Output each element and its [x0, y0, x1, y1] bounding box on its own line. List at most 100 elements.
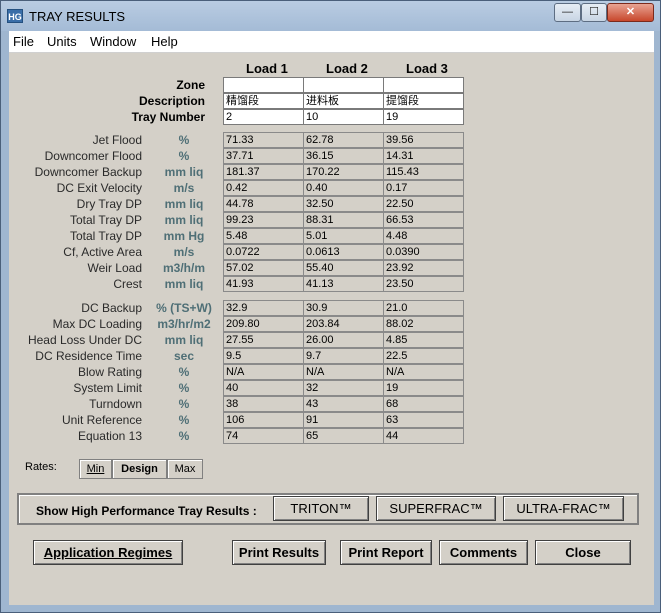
result-row-label: Downcomer Flood — [44, 149, 142, 163]
result-row-label: Total Tray DP — [69, 213, 142, 227]
result-row-label: DC Exit Velocity — [56, 181, 142, 195]
result-cell-load-3: 66.53 — [383, 212, 464, 228]
result-row-label: System Limit — [73, 381, 142, 395]
result-cell-load-2: 43 — [303, 396, 384, 412]
result-cell-load-1: N/A — [223, 364, 304, 380]
result-cell-load-2: 30.9 — [303, 300, 384, 316]
result-row-unit: mm Hg — [163, 229, 205, 243]
maximize-button[interactable]: ☐ — [581, 3, 607, 22]
menu-bar: File Units Window Help — [9, 31, 654, 53]
tray-number-load-3-field[interactable]: 19 — [383, 109, 464, 125]
result-row-unit: mm liq — [164, 165, 204, 179]
load-3-header: Load 3 — [406, 61, 448, 76]
result-row-label: Dry Tray DP — [76, 197, 142, 211]
result-row-label: Blow Rating — [77, 365, 142, 379]
result-cell-load-3: 0.17 — [383, 180, 464, 196]
result-cell-load-3: 39.56 — [383, 132, 464, 148]
result-row-label: Head Loss Under DC — [27, 333, 142, 347]
result-row-label: Turndown — [89, 397, 142, 411]
result-cell-load-1: 9.5 — [223, 348, 304, 364]
minimize-button[interactable]: — — [554, 3, 581, 22]
description-load-3-field[interactable]: 提馏段 — [383, 93, 464, 109]
result-cell-load-1: 38 — [223, 396, 304, 412]
result-cell-load-2: 41.13 — [303, 276, 384, 292]
result-row-unit: % — [178, 365, 190, 379]
result-cell-load-2: 0.40 — [303, 180, 384, 196]
result-cell-load-2: 55.40 — [303, 260, 384, 276]
result-cell-load-3: 88.02 — [383, 316, 464, 332]
result-cell-load-3: 14.31 — [383, 148, 464, 164]
title-bar[interactable]: HG TRAY RESULTS — ☐ ✕ — [1, 1, 660, 31]
rate-min-button[interactable]: Min — [79, 459, 112, 479]
close-window-button[interactable]: ✕ — [607, 3, 654, 22]
result-row-label: DC Backup — [81, 301, 142, 315]
result-cell-load-1: 37.71 — [223, 148, 304, 164]
menu-file[interactable]: File — [13, 34, 34, 49]
result-cell-load-3: 44 — [383, 428, 464, 444]
high-performance-label: Show High Performance Tray Results : — [36, 504, 257, 518]
result-cell-load-1: 44.78 — [223, 196, 304, 212]
comments-label: Comments — [449, 545, 518, 560]
result-row-unit: % (TS+W) — [156, 301, 212, 315]
menu-window[interactable]: Window — [90, 34, 136, 49]
application-regimes-label: Application Regimes — [43, 545, 173, 560]
result-cell-load-1: 27.55 — [223, 332, 304, 348]
window-title: TRAY RESULTS — [29, 9, 126, 24]
result-row-label: Jet Flood — [92, 133, 142, 147]
load-1-header: Load 1 — [246, 61, 288, 76]
result-cell-load-2: 88.31 — [303, 212, 384, 228]
zone-label: Zone — [176, 78, 205, 92]
triton-button[interactable]: TRITON™ — [273, 496, 369, 521]
rate-max-label: Max — [174, 463, 196, 475]
load-2-header: Load 2 — [326, 61, 368, 76]
result-cell-load-1: 0.42 — [223, 180, 304, 196]
tray-number-load-1-field[interactable]: 2 — [223, 109, 304, 125]
description-load-1-field[interactable]: 精馏段 — [223, 93, 304, 109]
result-row-unit: % — [178, 397, 190, 411]
rate-max-button[interactable]: Max — [167, 459, 203, 479]
result-row-unit: mm liq — [164, 333, 204, 347]
result-row-label: Unit Reference — [61, 413, 142, 427]
description-label: Description — [138, 94, 205, 108]
result-cell-load-3: 22.50 — [383, 196, 464, 212]
result-cell-load-1: 71.33 — [223, 132, 304, 148]
rate-design-label: Design — [121, 463, 158, 475]
zone-load-1-field[interactable] — [223, 77, 304, 93]
result-cell-load-3: 4.85 — [383, 332, 464, 348]
result-cell-load-2: 0.0613 — [303, 244, 384, 260]
print-results-button[interactable]: Print Results — [232, 540, 326, 565]
result-cell-load-1: 181.37 — [223, 164, 304, 180]
comments-button[interactable]: Comments — [439, 540, 528, 565]
result-cell-load-3: 63 — [383, 412, 464, 428]
application-regimes-button[interactable]: Application Regimes — [33, 540, 183, 565]
result-cell-load-1: 57.02 — [223, 260, 304, 276]
print-results-label: Print Results — [238, 545, 320, 560]
result-cell-load-2: 5.01 — [303, 228, 384, 244]
result-row-unit: sec — [173, 349, 195, 363]
result-cell-load-2: 9.7 — [303, 348, 384, 364]
result-cell-load-2: 170.22 — [303, 164, 384, 180]
result-row-label: Total Tray DP — [69, 229, 142, 243]
result-row-unit: mm liq — [164, 277, 204, 291]
result-cell-load-1: 106 — [223, 412, 304, 428]
result-cell-load-2: 65 — [303, 428, 384, 444]
ultra-frac-button[interactable]: ULTRA-FRAC™ — [503, 496, 624, 521]
zone-load-2-field[interactable] — [303, 77, 384, 93]
superfrac-button[interactable]: SUPERFRAC™ — [376, 496, 496, 521]
menu-units[interactable]: Units — [47, 34, 77, 49]
zone-load-3-field[interactable] — [383, 77, 464, 93]
result-row-label: Max DC Loading — [52, 317, 142, 331]
print-report-label: Print Report — [348, 545, 424, 560]
tray-number-load-2-field[interactable]: 10 — [303, 109, 384, 125]
result-row-unit: mm liq — [164, 197, 204, 211]
rate-design-button[interactable]: Design — [112, 459, 167, 479]
result-cell-load-1: 0.0722 — [223, 244, 304, 260]
result-cell-load-3: 0.0390 — [383, 244, 464, 260]
result-cell-load-3: 23.92 — [383, 260, 464, 276]
result-cell-load-1: 99.23 — [223, 212, 304, 228]
description-load-2-field[interactable]: 进料板 — [303, 93, 384, 109]
result-row-label: DC Residence Time — [35, 349, 142, 363]
menu-help[interactable]: Help — [151, 34, 178, 49]
print-report-button[interactable]: Print Report — [340, 540, 432, 565]
close-button[interactable]: Close — [535, 540, 631, 565]
